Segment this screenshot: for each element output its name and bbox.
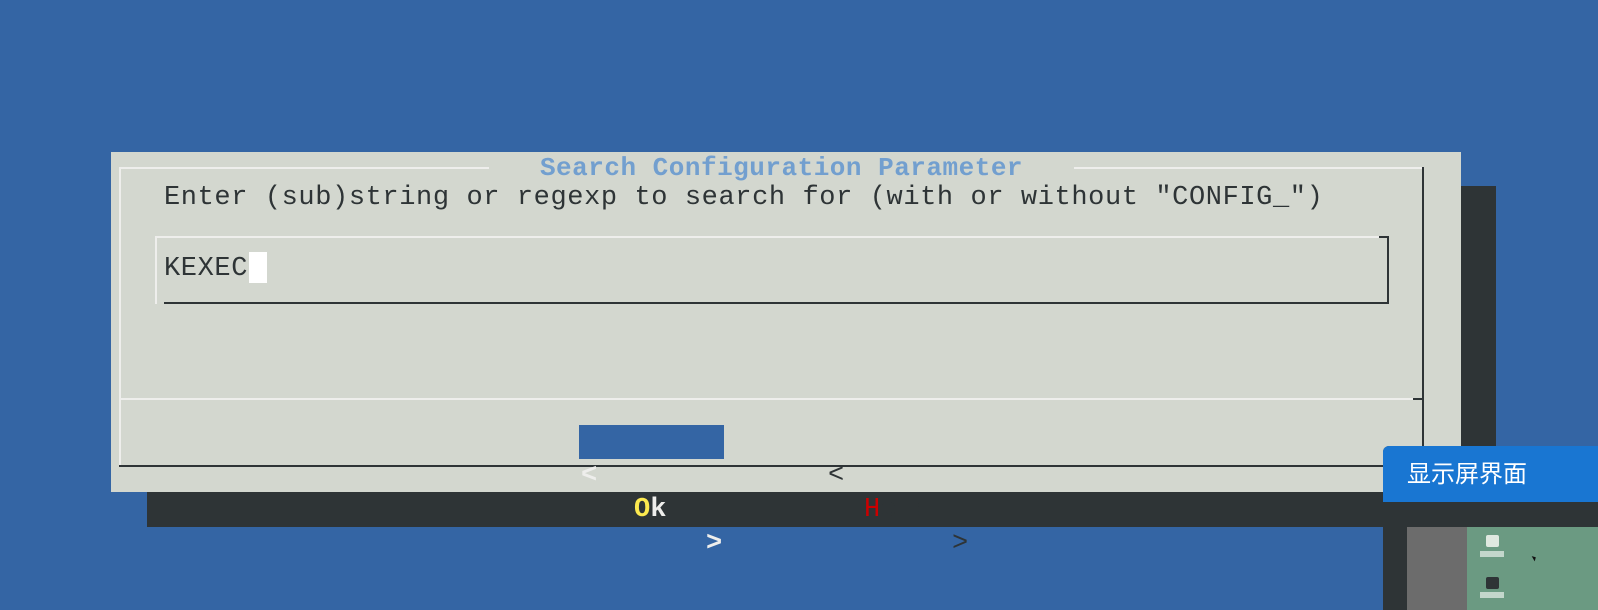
ok-button[interactable]: < Ok >	[579, 425, 724, 559]
terminal-icon	[1486, 577, 1499, 589]
help-label-rest: elp	[880, 495, 929, 525]
help-bracket-right: >	[952, 529, 969, 559]
ok-label: Ok	[634, 493, 666, 527]
frame-right	[1422, 167, 1424, 467]
ok-label-rest: k	[650, 495, 667, 525]
display-screen-popup[interactable]: 显示屏界面	[1383, 446, 1598, 610]
input-frame-left	[155, 236, 157, 304]
help-label: Help	[864, 493, 929, 527]
search-input-value[interactable]: KEXEC	[164, 252, 268, 286]
search-input[interactable]: KEXEC	[155, 236, 1417, 304]
search-prompt: Enter (sub)string or regexp to search fo…	[164, 183, 1324, 213]
ok-bracket-left: <	[581, 461, 598, 491]
thumbnail-side-panel	[1407, 527, 1467, 610]
ok-bracket-right: >	[706, 529, 723, 559]
mouse-pointer-icon	[1531, 554, 1538, 562]
frame-separator	[119, 398, 1422, 400]
recycle-bin-icon	[1486, 535, 1499, 547]
frame-bottom	[119, 465, 1424, 467]
thumbnail-icon-caption	[1480, 551, 1504, 557]
frame-top-right	[1072, 167, 1424, 169]
thumbnail-icon-caption	[1480, 592, 1504, 598]
input-frame-right	[1387, 236, 1389, 304]
help-hotkey: H	[864, 495, 881, 525]
input-frame-top	[155, 236, 1387, 238]
input-frame-corner	[1379, 236, 1389, 238]
popup-title: 显示屏界面	[1383, 446, 1598, 502]
frame-separator-corner	[1413, 398, 1424, 400]
ok-hotkey: O	[634, 495, 651, 525]
input-frame-bottom	[164, 302, 1389, 304]
help-button[interactable]: < Help >	[828, 425, 988, 559]
screen-thumbnail[interactable]	[1407, 527, 1598, 610]
help-bracket-left: <	[828, 461, 845, 491]
text-cursor	[249, 252, 268, 283]
search-dialog: Search Configuration Parameter Enter (su…	[111, 152, 1461, 559]
frame-top-left	[119, 167, 491, 169]
frame-left	[119, 167, 121, 467]
